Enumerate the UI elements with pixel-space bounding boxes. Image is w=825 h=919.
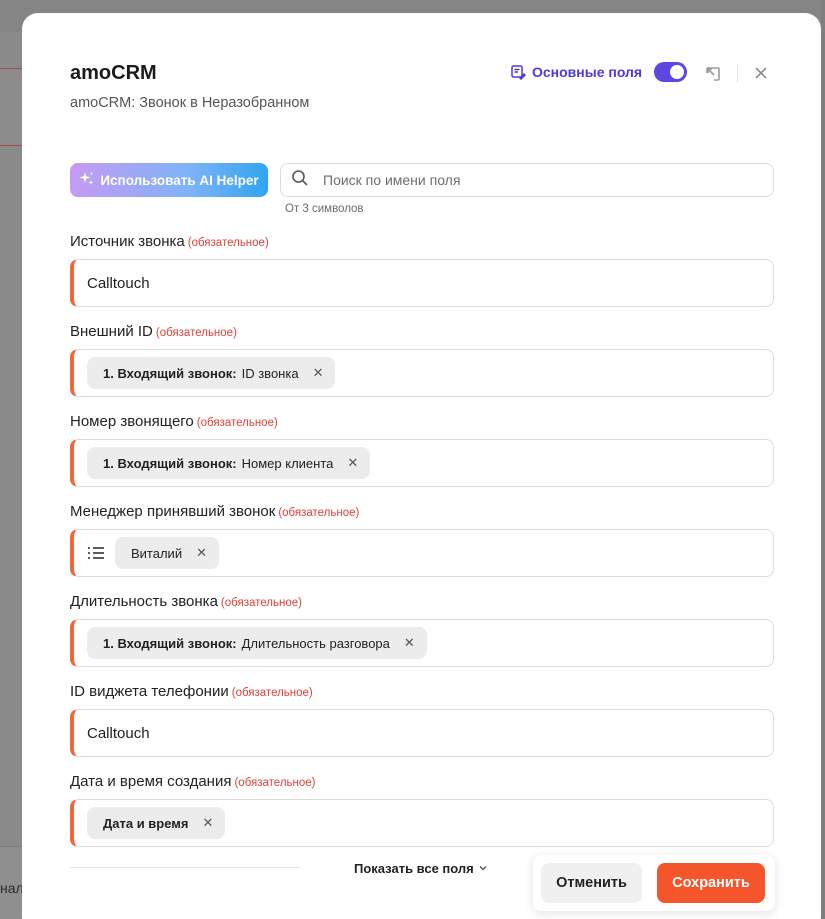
remove-chip-icon[interactable]: ✕ [404,635,415,651]
ai-helper-label: Использовать AI Helper [100,172,259,188]
value-chip[interactable]: Виталий ✕ [115,537,219,569]
field-input-manager[interactable]: Виталий ✕ [70,529,774,577]
variable-chip[interactable]: 1. Входящий звонок: Номер клиента ✕ [87,447,371,479]
chip-value: Дата и время [103,815,189,831]
chip-source: 1. Входящий звонок: [103,635,237,651]
save-button[interactable]: Сохранить [657,863,765,903]
footer-divider [70,867,300,868]
remove-chip-icon[interactable]: ✕ [313,365,324,381]
field-label-manager: Менеджер принявший звонок (обязательное) [70,503,359,520]
search-icon [291,169,309,192]
field-label-text: Внешний ID [70,323,153,340]
collapse-icon[interactable] [703,64,723,84]
variable-chip[interactable]: 1. Входящий звонок: Длительность разгово… [87,627,427,659]
field-value: Calltouch [87,274,150,292]
remove-chip-icon[interactable]: ✕ [196,545,207,561]
main-fields-toggle[interactable] [654,62,688,82]
field-search[interactable] [280,163,774,197]
modal-title: amoCRM [70,62,157,84]
chip-value: Длительность разговора [241,635,390,651]
background-text: нал [0,880,24,896]
chip-source: 1. Входящий звонок: [103,365,237,381]
list-icon[interactable] [87,544,105,562]
header-divider [737,64,738,82]
field-label-text: Длительность звонка [70,593,218,610]
chip-value: Виталий [131,545,183,561]
chip-value: Номер клиента [241,455,334,471]
field-input-call-source[interactable]: Calltouch [70,259,774,307]
form-edit-icon [510,64,526,80]
field-label-text: Номер звонящего [70,413,194,430]
field-input-caller-number[interactable]: 1. Входящий звонок: Номер клиента ✕ [70,439,774,487]
chip-source: 1. Входящий звонок: [103,455,237,471]
show-all-label: Показать все поля [354,861,474,876]
variable-chip[interactable]: 1. Входящий звонок: ID звонка ✕ [87,357,336,389]
remove-chip-icon[interactable]: ✕ [347,455,358,471]
field-label-call-duration: Длительность звонка (обязательное) [70,593,302,610]
required-marker: (обязательное) [187,237,269,249]
required-marker: (обязательное) [231,687,313,699]
field-label-created-at: Дата и время создания (обязательное) [70,773,316,790]
main-fields-label: Основные поля [532,64,643,80]
search-hint: От 3 символов [285,203,364,215]
field-label-widget-id: ID виджета телефонии (обязательное) [70,683,313,700]
show-all-fields-link[interactable]: Показать все поля [354,861,488,876]
cancel-button[interactable]: Отменить [541,863,642,903]
required-marker: (обязательное) [220,597,302,609]
sparkle-icon [79,171,94,189]
background-scrollbar [821,0,825,919]
required-marker: (обязательное) [278,507,360,519]
chevron-down-icon [478,861,488,876]
ai-helper-button[interactable]: Использовать AI Helper [70,163,268,197]
field-label-call-source: Источник звонка (обязательное) [70,233,269,250]
chip-value: ID звонка [241,365,299,381]
modal-subtitle: amoCRM: Звонок в Неразобранном [70,95,310,111]
search-input[interactable] [323,172,743,188]
main-fields-toggle-group: Основные поля [510,62,688,82]
required-marker: (обязательное) [196,417,278,429]
remove-chip-icon[interactable]: ✕ [203,815,214,831]
field-label-text: ID виджета телефонии [70,683,229,700]
close-icon[interactable] [753,65,769,81]
field-label-text: Дата и время создания [70,773,232,790]
modal-actions: Отменить Сохранить [533,855,775,911]
required-marker: (обязательное) [155,327,237,339]
background-panel [0,70,22,146]
value-chip[interactable]: Дата и время ✕ [87,807,226,839]
field-input-call-duration[interactable]: 1. Входящий звонок: Длительность разгово… [70,619,774,667]
field-label-text: Источник звонка [70,233,185,250]
field-value: Calltouch [87,724,150,742]
field-label-text: Менеджер принявший звонок [70,503,276,520]
field-mapping-modal: amoCRM amoCRM: Звонок в Неразобранном Ос… [22,13,821,919]
field-input-created-at[interactable]: Дата и время ✕ [70,799,774,847]
required-marker: (обязательное) [234,777,316,789]
field-input-widget-id[interactable]: Calltouch [70,709,774,757]
field-label-external-id: Внешний ID (обязательное) [70,323,237,340]
field-input-external-id[interactable]: 1. Входящий звонок: ID звонка ✕ [70,349,774,397]
field-label-caller-number: Номер звонящего (обязательное) [70,413,278,430]
